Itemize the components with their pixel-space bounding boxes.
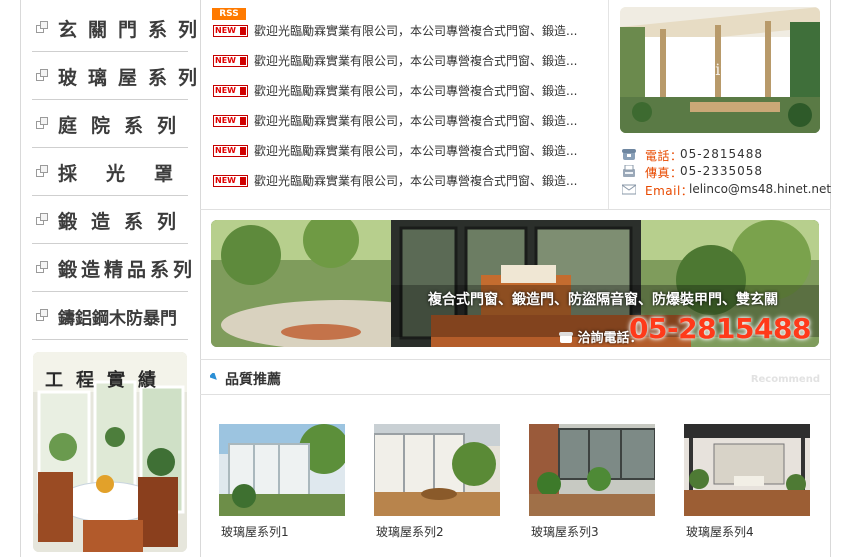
- news-item[interactable]: NEW 歡迎光臨勵霖實業有限公司，本公司專營複合式門窗、鍛造...: [212, 141, 597, 161]
- sidebar-item-label: 鑄鋁鋼木防暴門: [58, 309, 177, 329]
- sidebar-item-wrought-iron-premium[interactable]: 鍛造精品系列: [32, 243, 192, 292]
- news-item[interactable]: NEW 歡迎光臨勵霖實業有限公司，本公司專營複合式門窗、鍛造...: [212, 51, 597, 71]
- news-item-text: 歡迎光臨勵霖實業有限公司，本公司專營複合式門窗、鍛造...: [254, 174, 578, 188]
- product-photo: [374, 424, 500, 516]
- sidebar-item-entrance-doors[interactable]: 玄關門系列: [32, 3, 197, 52]
- sidebar-item-label: 鍛造精品系列: [58, 259, 197, 281]
- new-badge-icon: NEW: [213, 115, 248, 127]
- sidebar-item-label: 玻璃屋系列: [58, 67, 209, 89]
- bullet-icon: [36, 69, 48, 81]
- bullet-icon: [36, 309, 48, 321]
- bullet-icon: [36, 261, 48, 273]
- news-item-text: 歡迎光臨勵霖實業有限公司，本公司專營複合式門窗、鍛造...: [254, 144, 578, 158]
- sidebar-item-garden[interactable]: 庭院系列: [32, 99, 188, 148]
- products-subtitle: Recommend: [750, 374, 820, 385]
- new-badge-icon: NEW: [213, 85, 248, 97]
- section-divider: [200, 209, 831, 210]
- product-caption: 玻璃屋系列2: [376, 525, 444, 539]
- product-photo: [529, 424, 655, 516]
- news-item[interactable]: NEW 歡迎光臨勵霖實業有限公司，本公司專營複合式門窗、鍛造...: [212, 21, 597, 41]
- new-badge-icon: NEW: [213, 145, 248, 157]
- new-badge-icon: NEW: [213, 25, 248, 37]
- sidebar-item-label: 採光罩: [58, 163, 203, 185]
- sidebar-item-skylight[interactable]: 採光罩: [32, 147, 188, 196]
- products-header: 品質推薦 Recommend: [200, 360, 830, 395]
- arrow-icon: [210, 373, 217, 380]
- hero-banner[interactable]: 複合式門窗、鍛造門、防盜隔音窗、防爆裝甲門、雙玄關 洽詢電話： 05-28154…: [211, 220, 819, 347]
- sidebar-item-wrought-iron[interactable]: 鍛造系列: [32, 195, 188, 244]
- telephone-icon: [622, 149, 636, 160]
- product-photo: [684, 424, 810, 516]
- bullet-icon: [36, 165, 48, 177]
- sidebar-item-glass-house[interactable]: 玻璃屋系列: [32, 51, 197, 100]
- bullet-icon: [36, 21, 48, 33]
- product-photo: [219, 424, 345, 516]
- bullet-icon: [36, 213, 48, 225]
- sidebar-item-label: 鍛造系列: [58, 211, 191, 233]
- sidebar-item-security-doors[interactable]: 鑄鋁鋼木防暴門: [32, 291, 188, 340]
- company-photo: Lelin: [620, 7, 820, 133]
- envelope-icon: [622, 184, 636, 195]
- new-badge-icon: NEW: [213, 55, 248, 67]
- banner-slogan: 複合式門窗、鍛造門、防盜隔音窗、防爆裝甲門、雙玄關: [428, 292, 778, 308]
- outer-right-border: [830, 0, 831, 557]
- fax-icon: [623, 165, 635, 177]
- outer-left-border: [20, 0, 21, 557]
- project-showcase-title: 工程實績: [45, 370, 169, 391]
- fax-number: 05-2335058: [680, 164, 764, 178]
- news-item-text: 歡迎光臨勵霖實業有限公司，本公司專營複合式門窗、鍛造...: [254, 114, 578, 128]
- new-badge-icon: NEW: [213, 175, 248, 187]
- news-item[interactable]: NEW 歡迎光臨勵霖實業有限公司，本公司專營複合式門窗、鍛造...: [212, 171, 597, 191]
- product-caption: 玻璃屋系列3: [531, 525, 599, 539]
- email-address[interactable]: lelinco@ms48.hinet.net: [689, 182, 831, 196]
- bullet-icon: [36, 117, 48, 129]
- product-caption: 玻璃屋系列4: [686, 525, 754, 539]
- news-item-text: 歡迎光臨勵霖實業有限公司，本公司專營複合式門窗、鍛造...: [254, 54, 578, 68]
- product-caption: 玻璃屋系列1: [221, 525, 289, 539]
- project-showcase-banner[interactable]: 工程實績: [33, 352, 187, 552]
- news-item-text: 歡迎光臨勵霖實業有限公司，本公司專營複合式門窗、鍛造...: [254, 24, 578, 38]
- news-item[interactable]: NEW 歡迎光臨勵霖實業有限公司，本公司專營複合式門窗、鍛造...: [212, 81, 597, 101]
- rss-button[interactable]: RSS: [212, 8, 246, 20]
- news-item-text: 歡迎光臨勵霖實業有限公司，本公司專營複合式門窗、鍛造...: [254, 84, 578, 98]
- sidebar-item-label: 庭院系列: [58, 115, 191, 137]
- banner-phone-number: 05-2815488: [629, 312, 811, 345]
- photo-logo: Lelin: [690, 60, 731, 79]
- news-item[interactable]: NEW 歡迎光臨勵霖實業有限公司，本公司專營複合式門窗、鍛造...: [212, 111, 597, 131]
- sidebar-item-label: 玄關門系列: [58, 19, 209, 41]
- telephone-icon: [559, 332, 573, 343]
- contact-divider: [608, 0, 609, 210]
- pergola-photo: Lelin: [620, 7, 820, 133]
- products-title: 品質推薦: [225, 372, 281, 388]
- phone-number: 05-2815488: [680, 147, 764, 161]
